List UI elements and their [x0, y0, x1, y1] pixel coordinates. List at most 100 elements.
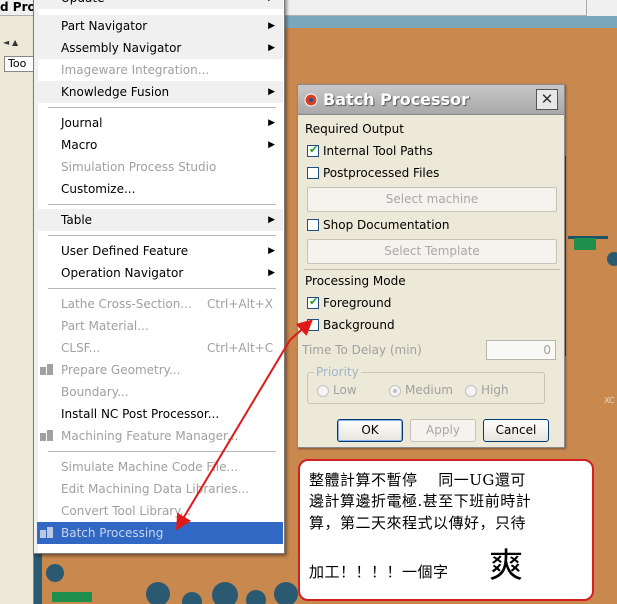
priority-high-radio[interactable] — [465, 385, 477, 397]
menu-item-label: Update — [61, 0, 104, 5]
background-label: Background — [323, 318, 395, 332]
ok-button[interactable]: OK — [337, 419, 403, 442]
menu-item-label: Customize... — [61, 182, 136, 196]
canvas-pad — [212, 582, 238, 604]
canvas-pad — [182, 592, 202, 604]
select-template-button[interactable]: Select Template — [307, 239, 557, 264]
shop-documentation-checkbox[interactable] — [307, 219, 319, 231]
menu-item-label: Knowledge Fusion — [61, 85, 170, 99]
background-checkbox[interactable] — [307, 319, 319, 331]
menu-item-assembly-navigator[interactable]: Assembly Navigator ▶ — [37, 37, 283, 59]
menu-item-label: Part Navigator — [61, 19, 148, 33]
foreground-checkbox[interactable]: ✔ — [307, 295, 319, 309]
time-to-delay-label: Time To Delay (min) — [302, 343, 422, 357]
menu-item-part-navigator[interactable]: Part Navigator ▶ — [37, 15, 283, 37]
menu-item-edit-machining-data-libraries[interactable]: Edit Machining Data Libraries... — [37, 478, 283, 500]
batch-processing-icon — [40, 527, 53, 538]
machining-feature-manager-icon — [40, 430, 53, 441]
postprocessed-files-checkbox[interactable] — [307, 167, 319, 179]
note-big-char: 爽 — [489, 546, 523, 586]
menu-item-batch-processing[interactable]: Batch Processing — [37, 522, 283, 544]
canvas-pad — [607, 252, 617, 266]
time-to-delay-input[interactable]: 0 — [486, 340, 556, 360]
menu-item-label: Macro — [61, 138, 98, 152]
menu-item-lathe-cross-section[interactable]: Lathe Cross-Section... Ctrl+Alt+X — [37, 293, 283, 315]
cancel-button[interactable]: Cancel — [483, 419, 549, 442]
bg-left-arrow-icon[interactable]: ◄ — [3, 38, 9, 47]
menu-item-label: Simulate Machine Code File... — [61, 460, 238, 474]
priority-low-label: Low — [333, 383, 357, 397]
bg-window-title: d Pro — [0, 0, 36, 14]
menu-item-knowledge-fusion[interactable]: Knowledge Fusion ▶ — [37, 81, 283, 103]
menu-item-label: User Defined Feature — [61, 244, 189, 258]
menu-separator — [48, 204, 276, 205]
note-line-1: 整體計算不暫停 同一UG還可 — [309, 471, 526, 489]
submenu-arrow-icon: ▶ — [268, 87, 275, 97]
postprocessed-files-label: Postprocessed Files — [323, 166, 440, 180]
menu-separator — [48, 288, 276, 289]
menu-item-label: Convert Tool Library... — [61, 504, 192, 518]
submenu-arrow-icon: ▶ — [268, 268, 275, 278]
canvas-pad — [146, 582, 170, 604]
radio-dot — [393, 389, 397, 393]
menu-item-imageware-integration[interactable]: Imageware Integration... — [37, 59, 283, 81]
menu-item-simulate-machine-code-file[interactable]: Simulate Machine Code File... — [37, 456, 283, 478]
menu-item-user-defined-feature[interactable]: User Defined Feature ▶ — [37, 240, 283, 262]
dialog-titlebar[interactable]: Batch Processor ✕ — [298, 85, 564, 115]
foreground-label: Foreground — [323, 296, 392, 310]
internal-tool-paths-checkbox[interactable]: ✔ — [307, 143, 319, 157]
shop-documentation-label: Shop Documentation — [323, 218, 450, 232]
menu-item-boundary[interactable]: Boundary... — [37, 381, 283, 403]
menu-item-clsf[interactable]: CLSF... Ctrl+Alt+C — [37, 337, 283, 359]
menu-item-customize[interactable]: Customize... — [37, 178, 283, 200]
priority-medium-label: Medium — [405, 383, 453, 397]
bg-tool-tab[interactable]: Too — [4, 56, 34, 72]
menu-item-part-material[interactable]: Part Material... — [37, 315, 283, 337]
submenu-arrow-icon: ▶ — [268, 43, 275, 53]
prepare-geometry-icon — [40, 364, 53, 375]
submenu-arrow-icon: ▶ — [268, 21, 275, 31]
menu-item-label: Table — [61, 213, 93, 227]
note-line-3: 算，第二天來程式以傳好，只待 — [309, 514, 527, 532]
menu-item-label: Prepare Geometry... — [61, 363, 181, 377]
menu-item-label: Journal — [61, 116, 103, 130]
dialog-title: Batch Processor — [323, 90, 469, 109]
menu-item-prepare-geometry[interactable]: Prepare Geometry... — [37, 359, 283, 381]
menu-item-table[interactable]: Table ▶ — [37, 209, 283, 231]
submenu-arrow-icon: ▶ — [268, 118, 275, 128]
menu-item-macro[interactable]: Macro ▶ — [37, 134, 283, 156]
menu-item-journal[interactable]: Journal ▶ — [37, 112, 283, 134]
menu-item-label: Lathe Cross-Section... — [61, 297, 192, 311]
select-machine-button[interactable]: Select machine — [307, 187, 557, 212]
batch-processor-dialog: Batch Processor ✕ Required Output ✔ Inte… — [297, 84, 565, 448]
menu-item-install-nc-post-processor[interactable]: Install NC Post Processor... — [37, 403, 283, 425]
processing-mode-label: Processing Mode — [305, 274, 406, 288]
canvas-pad — [274, 582, 298, 604]
menu-item-label: Machining Feature Manager... — [61, 429, 239, 443]
menu-item-label: Install NC Post Processor... — [61, 407, 220, 421]
close-icon[interactable]: ✕ — [536, 89, 558, 110]
priority-medium-radio[interactable] — [389, 385, 401, 397]
menu-item-label: Batch Processing — [61, 526, 164, 540]
bg-up-arrow-icon[interactable]: ▲ — [12, 38, 18, 47]
menu-item-simulation-process-studio[interactable]: Simulation Process Studio — [37, 156, 283, 178]
menu-item-update[interactable]: Update ▶ — [37, 0, 283, 9]
menu-shortcut: Ctrl+Alt+X — [207, 297, 273, 311]
apply-button[interactable]: Apply — [410, 419, 476, 442]
priority-high-label: High — [481, 383, 509, 397]
canvas-green-block — [574, 238, 596, 250]
menu-item-label: Part Material... — [61, 319, 149, 333]
menu-item-operation-navigator[interactable]: Operation Navigator ▶ — [37, 262, 283, 284]
canvas-green-block — [52, 592, 92, 602]
submenu-arrow-icon: ▶ — [268, 140, 275, 150]
menu-item-label: Assembly Navigator — [61, 41, 182, 55]
canvas-pad — [246, 590, 266, 604]
dialog-separator — [304, 269, 560, 270]
priority-low-radio[interactable] — [317, 385, 329, 397]
menu-item-convert-tool-library[interactable]: Convert Tool Library... — [37, 500, 283, 522]
menu-item-label: Operation Navigator — [61, 266, 184, 280]
tools-menu: Update▶Part Navigator▶Assembly Navigator… — [33, 0, 285, 554]
menu-item-machining-feature-manager[interactable]: Machining Feature Manager... — [37, 425, 283, 447]
menu-separator — [48, 235, 276, 236]
required-output-label: Required Output — [305, 122, 404, 136]
